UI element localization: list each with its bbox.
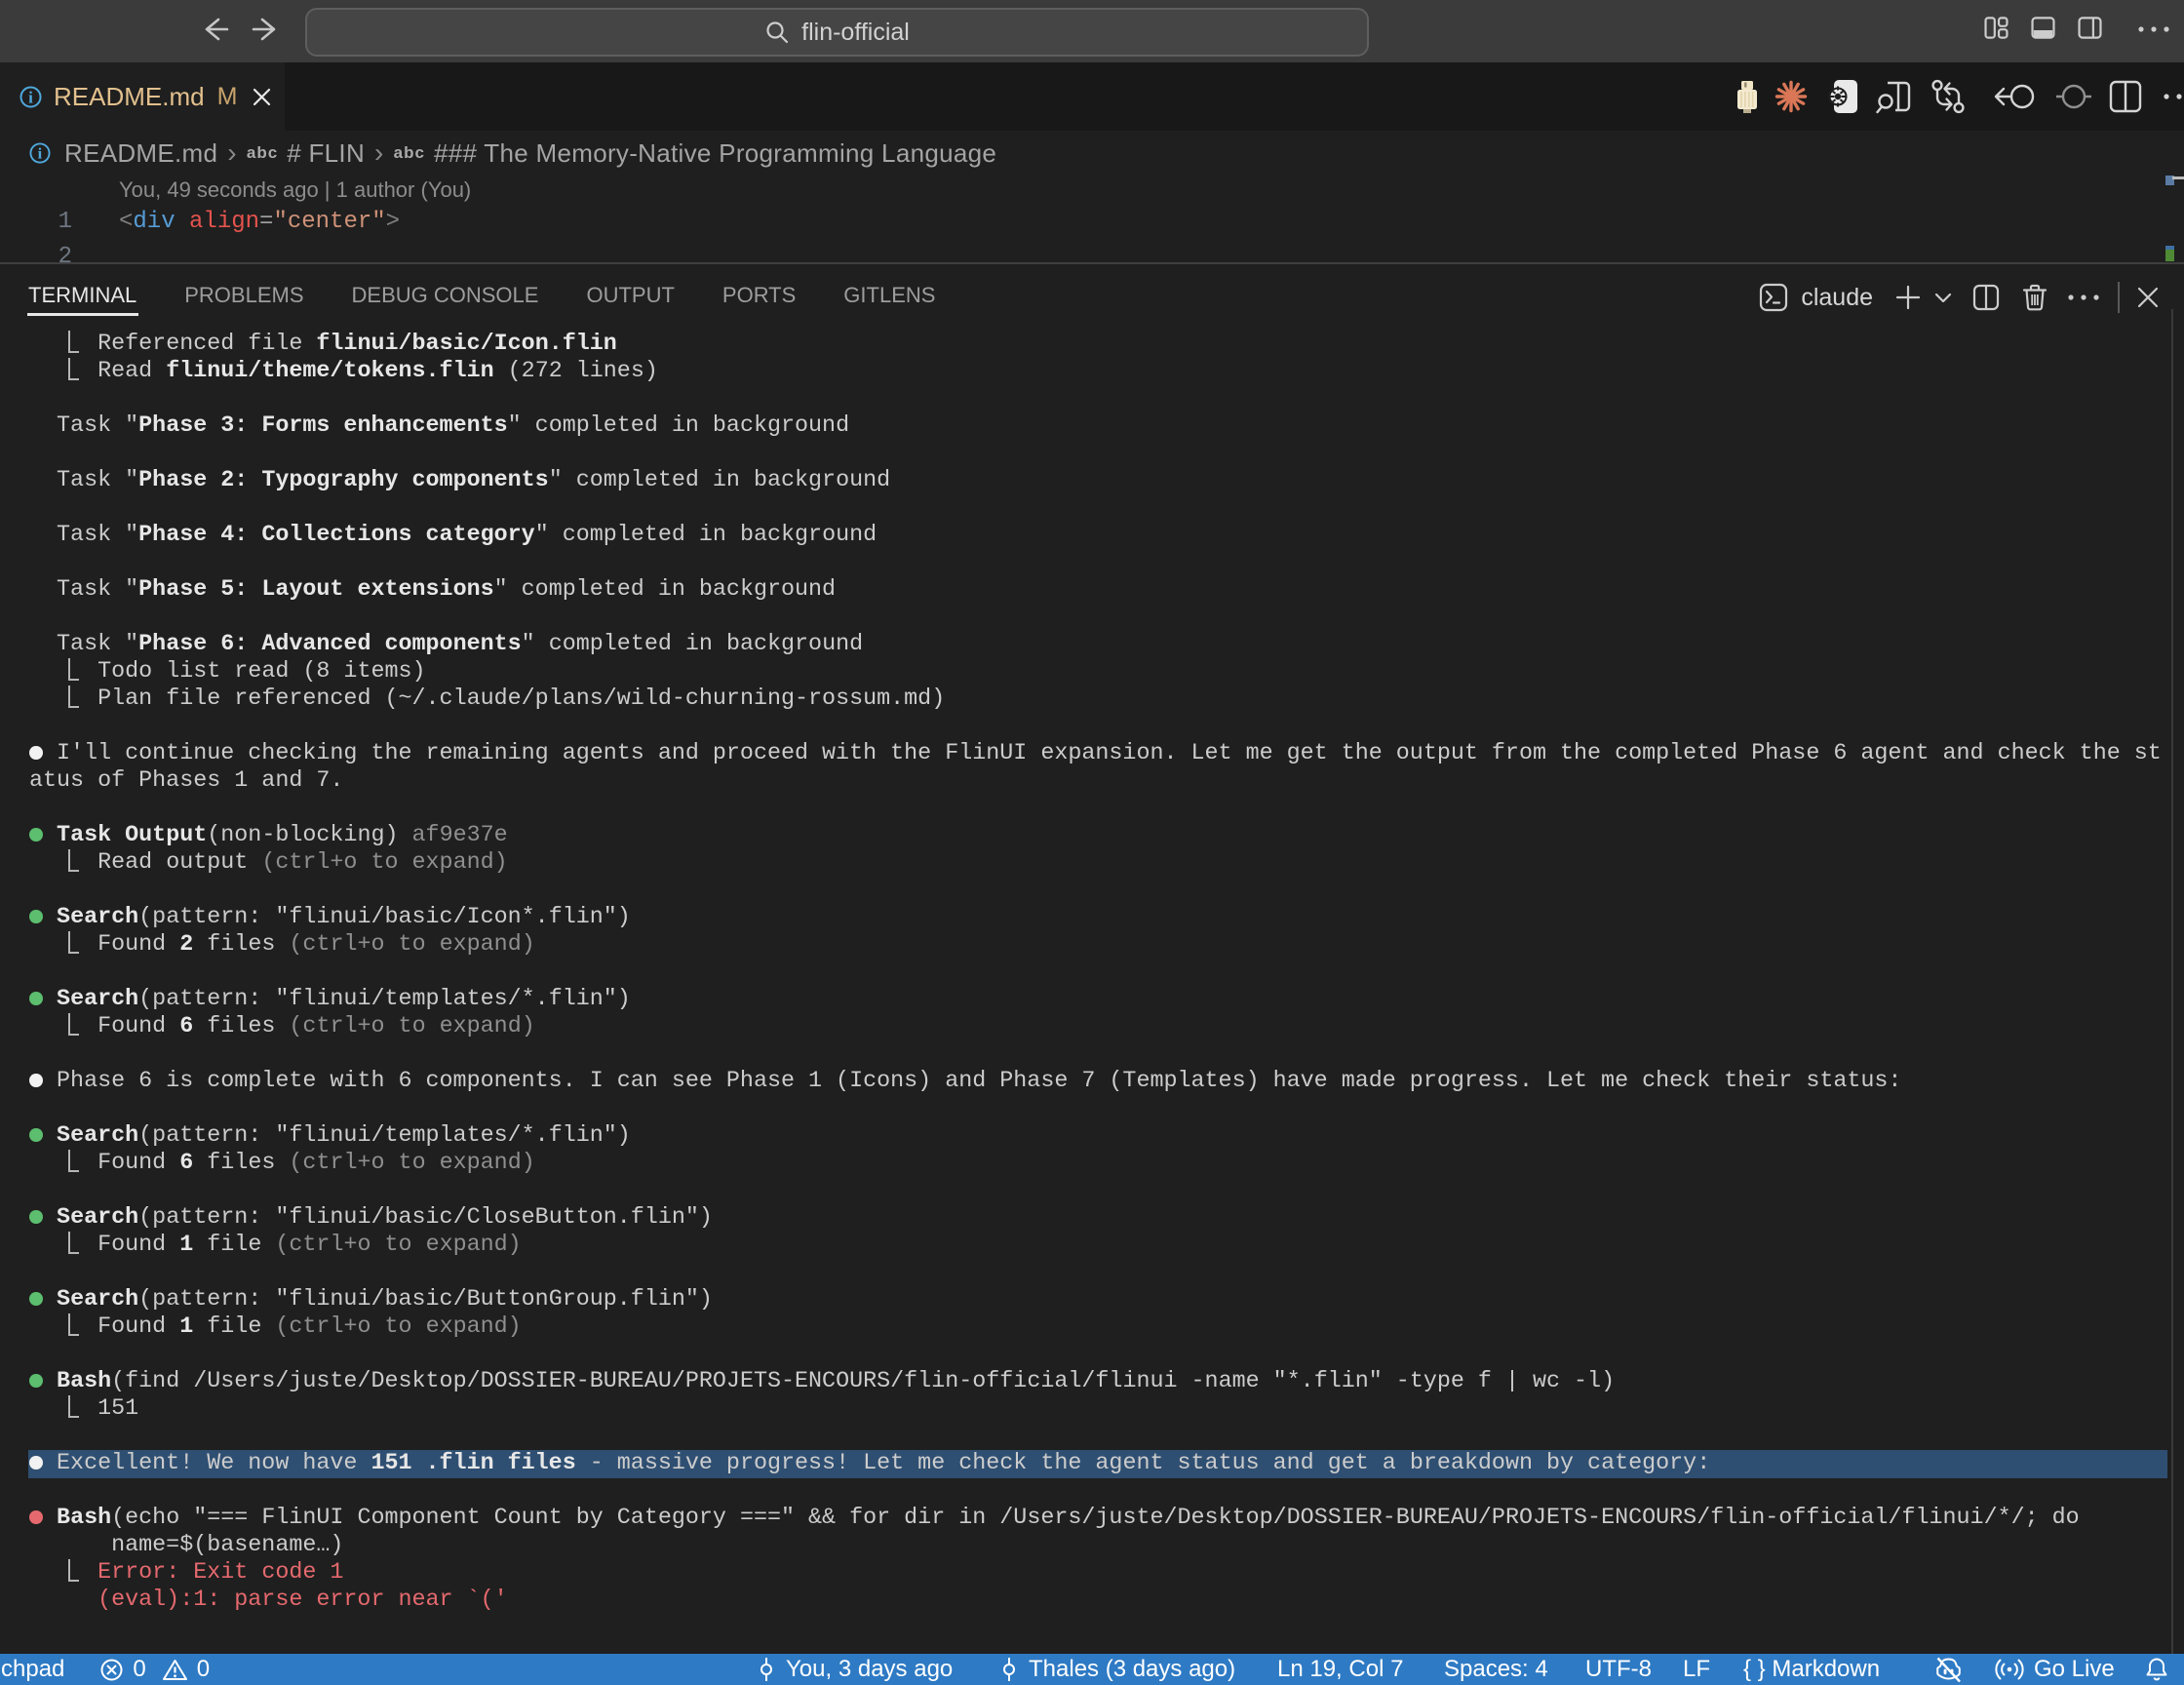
svg-text:i: i (38, 145, 43, 163)
svg-text:i: i (28, 88, 33, 106)
